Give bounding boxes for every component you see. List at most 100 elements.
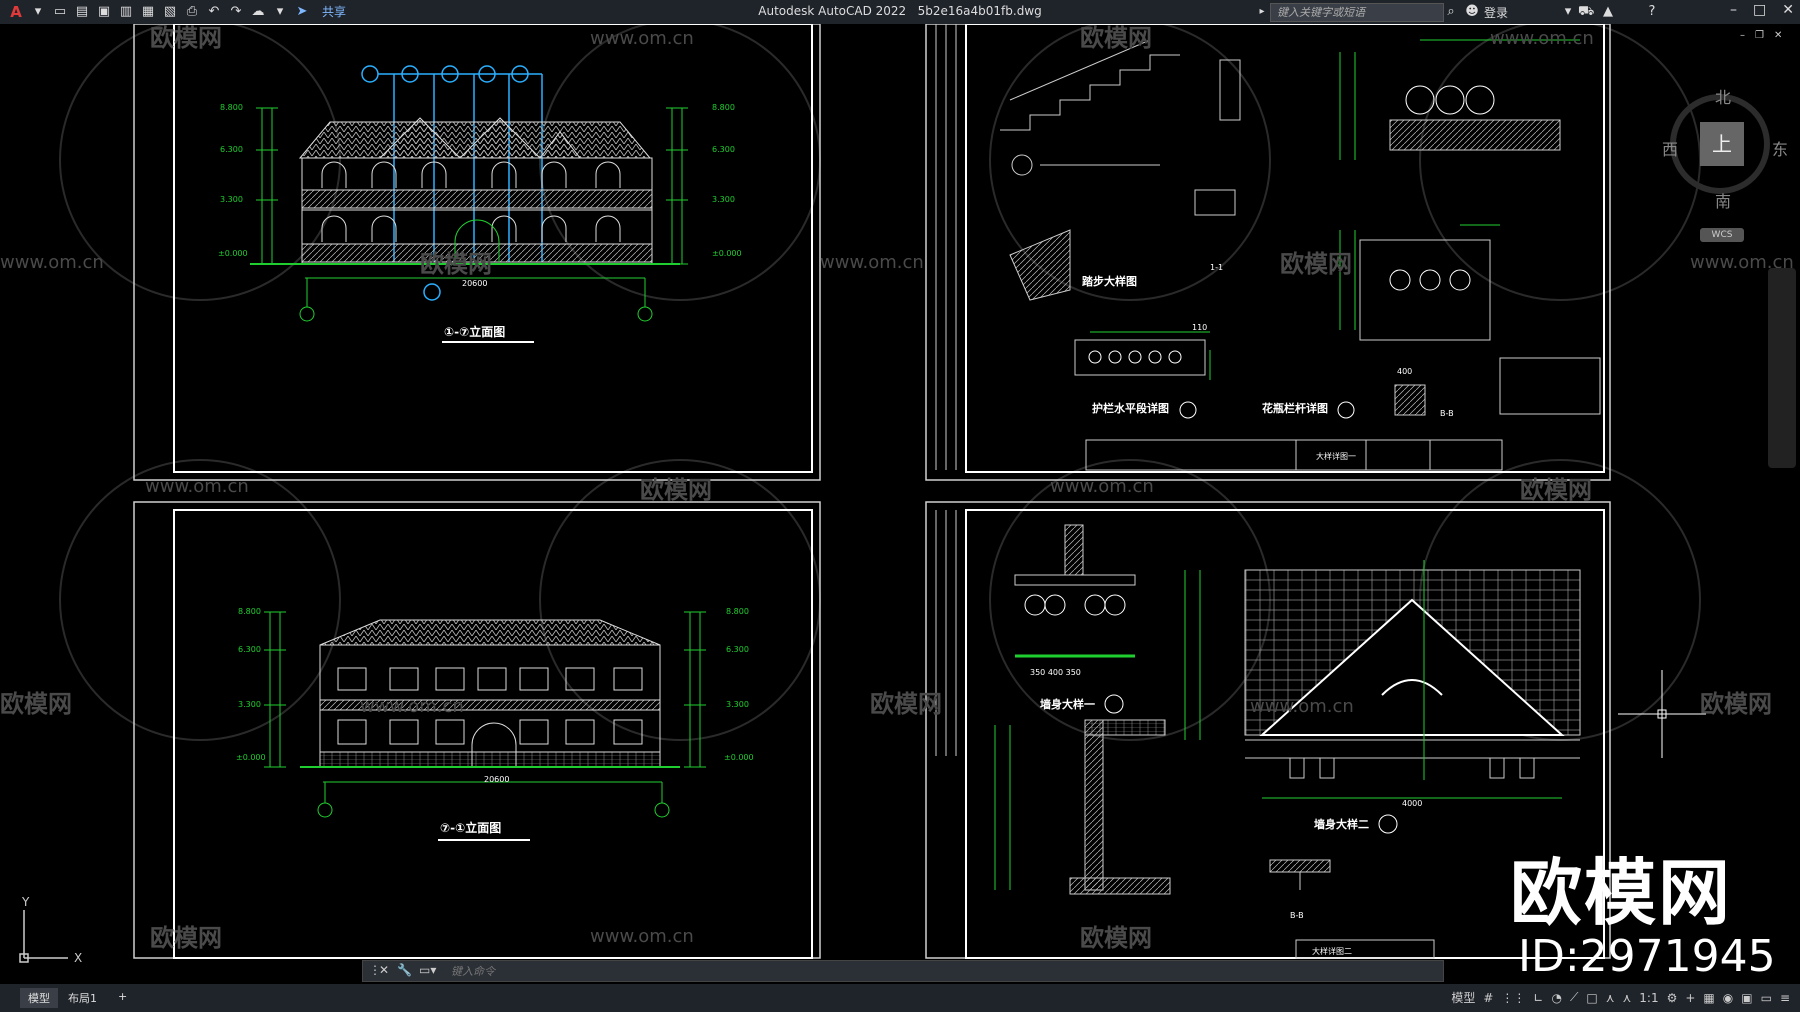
annotation-visibility-icon[interactable]: ⋏ [1606, 991, 1615, 1005]
section-1-label: 1-1 [1210, 263, 1223, 272]
user-icon[interactable]: ☻ [1464, 4, 1480, 20]
drawing-restore-icon[interactable]: ❐ [1755, 30, 1764, 41]
plus-icon[interactable]: + [1685, 991, 1695, 1005]
crosshair-cursor [1618, 670, 1706, 758]
web-mobile-icon[interactable]: ▧ [162, 4, 178, 20]
drawing-canvas[interactable]: 8.800 6.300 3.300 ±0.000 8.800 6.300 3.3… [0, 19, 1800, 984]
share-button[interactable]: 共享 [322, 3, 346, 20]
dim-350-400-350: 350 400 350 [1030, 668, 1081, 677]
search-expand-icon[interactable]: ▸ [1254, 4, 1270, 20]
close-icon[interactable]: ✕ [1782, 2, 1794, 18]
plot-icon[interactable]: ⎙ [184, 4, 200, 20]
autodesk-a360-icon[interactable]: ▲ [1600, 4, 1616, 20]
cmd-recent-icon[interactable]: ▭▾ [419, 963, 436, 977]
new-file-icon[interactable]: ▭ [52, 4, 68, 20]
watermark-site: www.om.cn [1490, 28, 1594, 49]
minimize-icon[interactable]: – [1730, 2, 1737, 18]
status-toggles: 模型 # ⋮⋮ ∟ ◔ ⟋ □ ⋏ ⋏ 1:1 ⚙ + ▦ ◉ ▣ ▭ ≡ [1451, 989, 1790, 1006]
settings-icon[interactable]: ⚙ [1667, 991, 1678, 1005]
login-dropdown-icon[interactable]: ▾ [1560, 4, 1576, 20]
search-icon[interactable]: ⌕ [1443, 4, 1459, 20]
units-icon[interactable]: ▦ [1703, 991, 1714, 1005]
share-icon[interactable]: ➤ [294, 4, 310, 20]
watermark-site: www.om.cn [1250, 696, 1354, 717]
sheet-rear-elevation[interactable]: 8.800 6.300 3.300 ±0.000 8.800 6.300 3.3… [133, 501, 821, 959]
watermark-site: www.om.cn [1050, 476, 1154, 497]
watermark-brand: 欧模网 [640, 476, 712, 504]
publish-icon[interactable]: ▦ [140, 4, 156, 20]
model-space: 8.800 6.300 3.300 ±0.000 8.800 6.300 3.3… [0, 19, 1794, 965]
hardware-accel-icon[interactable]: ▣ [1741, 991, 1752, 1005]
login-button[interactable]: 登录 [1484, 4, 1508, 21]
cmd-close-icon[interactable]: ✕ [379, 963, 389, 977]
wcs-menu[interactable]: WCS [1700, 228, 1744, 242]
watermark-site: www.om.cn [360, 696, 464, 717]
cart-icon[interactable]: ⛟ [1578, 4, 1594, 20]
watermark-site: www.om.cn [590, 926, 694, 947]
watermark-brand: 欧模网 [870, 690, 942, 718]
rear-level-l3: 3.300 [238, 700, 261, 709]
snap-icon[interactable]: ⋮⋮ [1501, 991, 1525, 1005]
app-menu-chevron-icon[interactable]: ▾ [30, 4, 46, 20]
isodraft-icon[interactable]: ⟋ [1570, 990, 1578, 1005]
customize-icon[interactable]: ≡ [1780, 991, 1790, 1005]
viewcube-south[interactable]: 南 [1715, 188, 1731, 212]
sheet-detail-2[interactable]: 墙身大样一 墙身大样二 4000 350 400 350 B-B 大样详图二 [925, 501, 1611, 959]
rear-level-l1: 8.800 [238, 607, 261, 616]
vase-railing-label: 花瓶栏杆详图 [1262, 401, 1328, 415]
model-space-button[interactable]: 模型 [1451, 989, 1475, 1006]
front-level-l2: 6.300 [220, 145, 243, 154]
isolate-objects-icon[interactable]: ◉ [1723, 991, 1733, 1005]
detail2-sheet-name: 大样详图二 [1312, 946, 1352, 956]
viewcube-top-face[interactable]: 上 [1700, 122, 1744, 166]
sheet-detail-1[interactable]: 踏步大样图 护栏水平段详图 花瓶栏杆详图 110 400 B-B 1-1 大样详… [925, 23, 1611, 481]
command-line[interactable]: ⋮ ✕ 🔧 ▭▾ [362, 960, 1444, 982]
polar-icon[interactable]: ◔ [1551, 991, 1561, 1005]
front-elevation-title: ①-⑦立面图 [444, 324, 505, 339]
clean-screen-icon[interactable]: ▭ [1761, 991, 1772, 1005]
object-snap-icon[interactable]: □ [1586, 991, 1597, 1005]
tab-layout1[interactable]: 布局1 [60, 988, 105, 1008]
drawing-window-controls: – ❐ ✕ [1740, 30, 1782, 41]
grid-icon[interactable]: # [1483, 991, 1493, 1005]
command-input[interactable] [449, 962, 1413, 980]
drawing-minimize-icon[interactable]: – [1740, 30, 1745, 41]
tab-model[interactable]: 模型 [20, 988, 58, 1008]
drawing-close-icon[interactable]: ✕ [1774, 30, 1782, 41]
annotation-scale-icon[interactable]: ⋏ [1622, 991, 1631, 1005]
ortho-icon[interactable]: ∟ [1533, 991, 1543, 1005]
rear-level-r4: ±0.000 [724, 753, 754, 762]
workspace-icon[interactable]: ☁ [250, 4, 266, 20]
help-icon[interactable]: ? [1644, 4, 1660, 20]
front-level-r2: 6.300 [712, 145, 735, 154]
save-icon[interactable]: ▣ [96, 4, 112, 20]
watermark-brand: 欧模网 [1520, 476, 1592, 504]
dim-110: 110 [1192, 323, 1207, 332]
front-width-dim: 20600 [462, 279, 487, 288]
watermark-texts: 欧模网 欧模网 欧模网 欧模网 欧模网 欧模网 欧模网 欧模网 欧模网 欧模网 … [0, 24, 1772, 952]
ucs-y-label: Y [21, 895, 30, 909]
cmd-customize-icon[interactable]: 🔧 [397, 963, 412, 977]
redo-icon[interactable]: ↷ [228, 4, 244, 20]
viewcube-east[interactable]: 东 [1772, 136, 1788, 160]
autocad-logo-icon[interactable]: A [8, 4, 24, 20]
rear-level-r1: 8.800 [726, 607, 749, 616]
file-name: 5b2e16a4b01fb.dwg [917, 4, 1042, 18]
maximize-icon[interactable]: □ [1753, 2, 1766, 18]
undo-icon[interactable]: ↶ [206, 4, 222, 20]
add-layout-button[interactable]: + [110, 988, 135, 1005]
viewcube-west[interactable]: 西 [1662, 136, 1678, 160]
app-title: Autodesk AutoCAD 2022 [758, 4, 907, 18]
customize-qat-icon[interactable]: ▾ [272, 4, 288, 20]
open-file-icon[interactable]: ▤ [74, 4, 90, 20]
viewcube-north[interactable]: 北 [1715, 84, 1731, 108]
viewcube[interactable]: 上 北 南 西 东 WCS [1660, 84, 1790, 242]
wall-detail2-label: 墙身大样二 [1314, 817, 1369, 831]
annotation-scale-value[interactable]: 1:1 [1639, 991, 1658, 1005]
save-as-icon[interactable]: ▥ [118, 4, 134, 20]
front-level-l1: 8.800 [220, 103, 243, 112]
search-input[interactable]: 键入关键字或短语 [1270, 3, 1444, 22]
rear-level-r3: 3.300 [726, 700, 749, 709]
navigation-bar[interactable] [1768, 268, 1796, 468]
rear-building [300, 619, 680, 768]
